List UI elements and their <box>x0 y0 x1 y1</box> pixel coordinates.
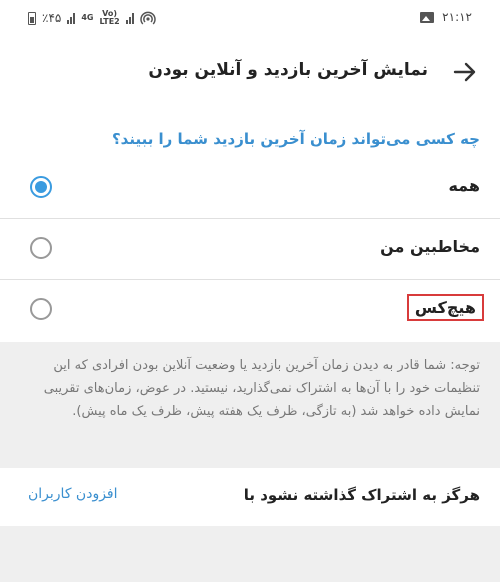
option-everybody[interactable]: همه <box>0 158 500 218</box>
hotspot-icon <box>140 11 156 25</box>
status-bar: ٪۴۵ 4G Vo) LTE2 ۲۱:۱۲ <box>0 0 500 38</box>
option-my-contacts[interactable]: مخاطبین من <box>0 219 500 279</box>
option-nobody-label: هیچ‌کس <box>406 294 484 321</box>
screen: ٪۴۵ 4G Vo) LTE2 ۲۱:۱۲ نمایش آخرین بازدید … <box>0 0 500 582</box>
status-time: ۲۱:۱۲ <box>442 10 472 24</box>
arrow-right-icon[interactable] <box>452 60 478 84</box>
radio-everybody[interactable] <box>30 176 52 198</box>
page-title: نمایش آخرین بازدید و آنلاین بودن <box>148 60 428 80</box>
option-my-contacts-label: مخاطبین من <box>380 237 480 256</box>
last-seen-options-card: چه کسی می‌تواند زمان آخرین بازدید شما را… <box>0 106 500 342</box>
app-header: نمایش آخرین بازدید و آنلاین بودن <box>0 38 500 106</box>
radio-my-contacts[interactable] <box>30 237 52 259</box>
radio-nobody[interactable] <box>30 298 52 320</box>
option-nobody[interactable]: هیچ‌کس <box>0 280 500 340</box>
status-bar-left: ٪۴۵ 4G Vo) LTE2 <box>28 10 156 26</box>
signal-icon <box>67 12 76 24</box>
section-question: چه کسی می‌تواند زمان آخرین بازدید شما را… <box>111 130 480 148</box>
privacy-note: توجه: شما قادر به دیدن زمان آخرین بازدید… <box>43 358 480 419</box>
battery-icon <box>28 11 36 25</box>
never-share-label: هرگز به اشتراک گذاشته نشود با <box>243 486 480 504</box>
option-everybody-label: همه <box>448 176 480 195</box>
signal-icon-2 <box>125 12 134 24</box>
battery-percent: ٪۴۵ <box>42 11 62 25</box>
image-notification-icon <box>420 11 435 23</box>
network-type-2: Vo) LTE2 <box>99 9 120 26</box>
status-bar-right: ۲۱:۱۲ <box>420 10 472 24</box>
never-share-row[interactable]: هرگز به اشتراک گذاشته نشود با افزودن کار… <box>0 468 500 526</box>
network-type-1: 4G <box>81 13 94 22</box>
add-users-button[interactable]: افزودن کاربران <box>28 486 118 502</box>
